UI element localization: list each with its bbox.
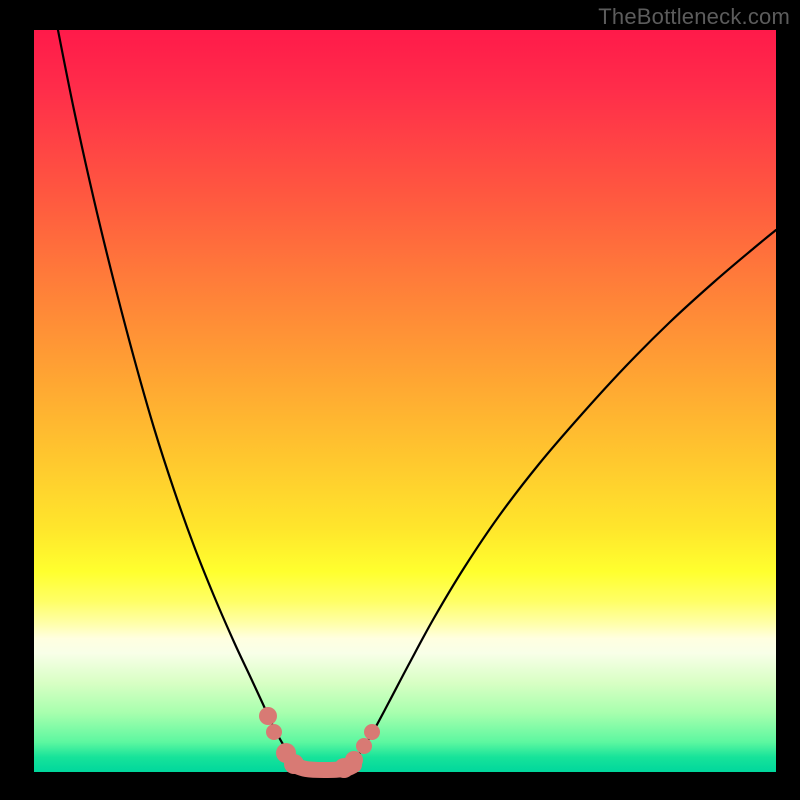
chart-frame: TheBottleneck.com [0, 0, 800, 800]
chart-svg [34, 30, 776, 772]
marker-dot [364, 724, 380, 740]
marker-dot [345, 751, 363, 769]
watermark-text: TheBottleneck.com [598, 4, 790, 30]
plot-area [34, 30, 776, 772]
left-curve [56, 20, 306, 769]
marker-dot [266, 724, 282, 740]
marker-dot [356, 738, 372, 754]
marker-dot [259, 707, 277, 725]
marker-dot [284, 754, 304, 774]
right-curve [344, 230, 776, 769]
